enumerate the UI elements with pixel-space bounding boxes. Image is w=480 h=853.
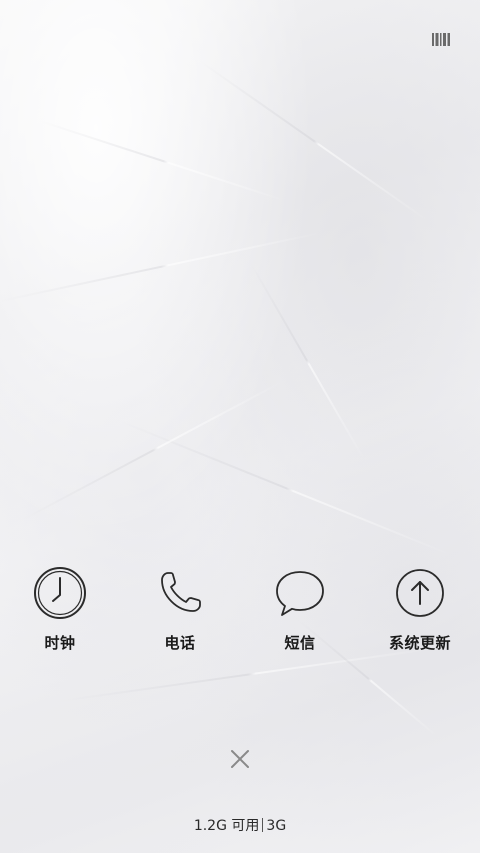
app-clock[interactable]: 时钟	[0, 566, 120, 653]
close-all-button[interactable]	[225, 744, 255, 774]
app-label-phone: 电话	[164, 634, 196, 652]
app-label-system-update: 系统更新	[388, 634, 451, 652]
app-label-clock: 时钟	[44, 634, 76, 652]
phone-icon	[153, 566, 207, 620]
barcode-icon	[432, 31, 450, 46]
clock-icon	[33, 566, 87, 620]
recent-apps-row: 时钟 电话 短信 系统更新	[0, 566, 480, 666]
update-arrow-icon	[393, 566, 447, 620]
memory-available: 1.2G 可用	[193, 818, 260, 834]
app-phone[interactable]: 电话	[120, 566, 240, 653]
message-icon	[273, 566, 327, 620]
memory-info: 1.2G 可用 3G	[0, 815, 480, 835]
close-icon	[231, 750, 249, 768]
memory-total: 3G	[266, 818, 287, 834]
app-messages[interactable]: 短信	[240, 566, 360, 653]
memory-separator	[262, 818, 264, 832]
app-label-messages: 短信	[284, 634, 316, 652]
app-system-update[interactable]: 系统更新	[360, 566, 480, 653]
